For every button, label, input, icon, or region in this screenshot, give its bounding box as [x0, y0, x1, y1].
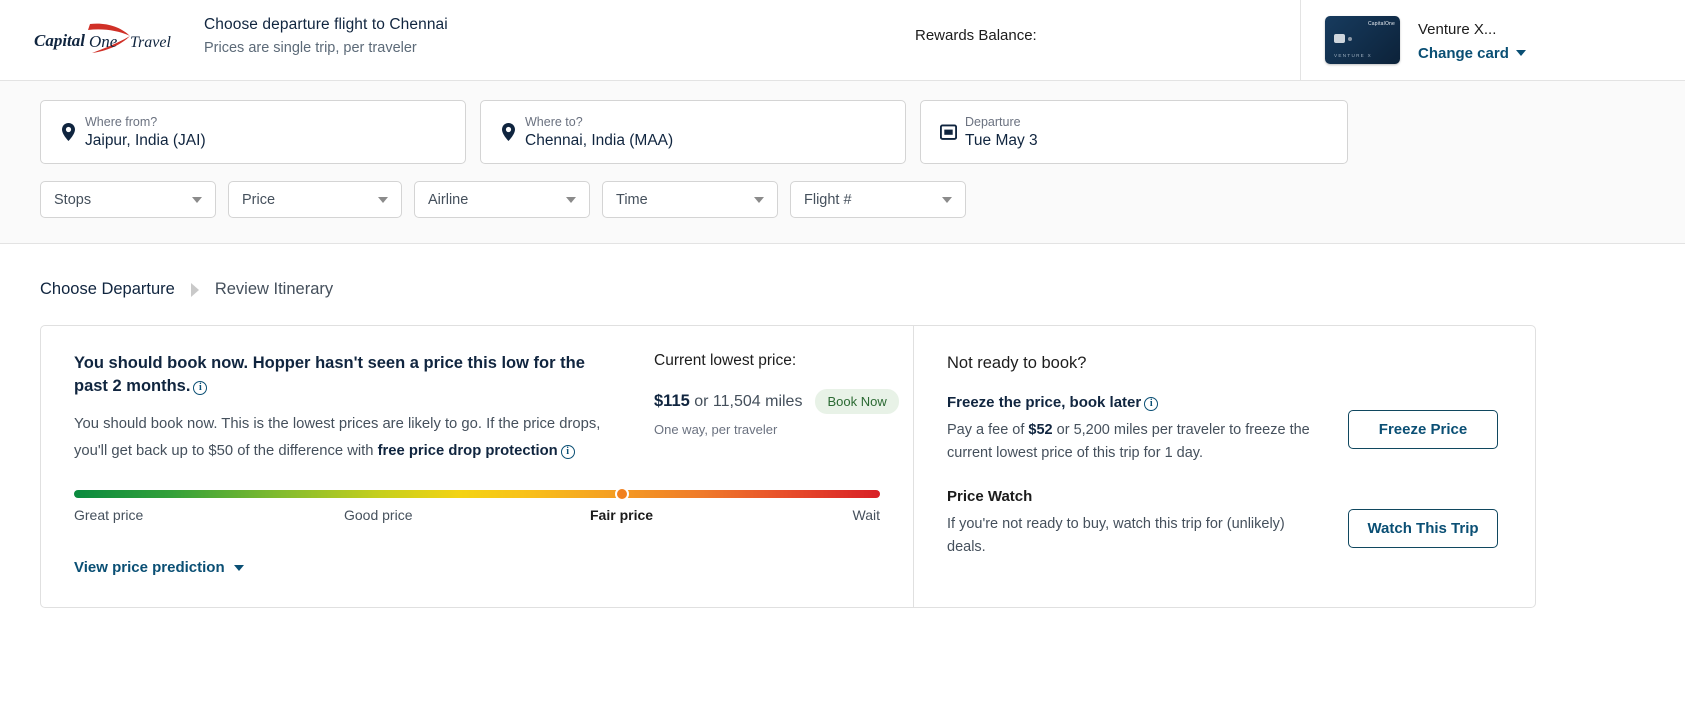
location-pin-icon: [57, 123, 79, 141]
breadcrumb: Choose Departure Review Itinerary: [0, 244, 1685, 299]
chevron-down-icon: [566, 196, 576, 203]
chevron-right-icon: [190, 282, 199, 297]
credit-card-thumbnail: CapitalOne VENTURE X: [1325, 16, 1400, 64]
departure-date-field[interactable]: Departure Tue May 3: [920, 100, 1348, 164]
prediction-section: You should book now. Hopper hasn't seen …: [41, 326, 913, 607]
destination-value: Chennai, India (MAA): [525, 131, 674, 149]
origin-field[interactable]: Where from? Jaipur, India (JAI): [40, 100, 466, 164]
gauge-label-great-price: Great price: [74, 507, 144, 523]
price-watch-description: If you're not ready to buy, watch this t…: [947, 516, 1285, 555]
search-bar: Where from? Jaipur, India (JAI) Where to…: [0, 81, 1685, 244]
filter-price-label: Price: [242, 191, 276, 208]
filter-airline-label: Airline: [428, 191, 469, 208]
gauge-label-wait: Wait: [852, 507, 880, 523]
not-ready-title: Not ready to book?: [947, 354, 1087, 372]
svg-text:Capital: Capital: [34, 31, 85, 50]
info-icon[interactable]: i: [560, 445, 575, 459]
price-gauge-bar: [74, 487, 880, 501]
not-ready-to-book-section: Not ready to book? Freeze the price, boo…: [913, 326, 1535, 607]
prediction-heading-text: You should book now. Hopper hasn't seen …: [74, 354, 585, 395]
destination-field[interactable]: Where to? Chennai, India (MAA): [480, 100, 906, 164]
app-header: Capital One Travel Choose departure flig…: [0, 0, 1685, 81]
freeze-text-prefix: Pay a fee of: [947, 422, 1029, 438]
card-chip-icon: [1334, 34, 1345, 43]
price-prediction-panel: You should book now. Hopper hasn't seen …: [40, 325, 1536, 608]
gauge-label-fair-price: Fair price: [590, 507, 654, 523]
price-drop-protection-link[interactable]: free price drop protection: [378, 443, 558, 459]
departure-label: Departure: [965, 114, 1021, 129]
change-card-label: Change card: [1418, 44, 1509, 62]
page-subtitle: Prices are single trip, per traveler: [204, 40, 417, 56]
chevron-down-icon: [1515, 50, 1526, 56]
freeze-price-title: Freeze the price, book later i: [947, 394, 1505, 411]
freeze-price-button[interactable]: Freeze Price: [1348, 410, 1498, 449]
filter-stops[interactable]: Stops: [40, 181, 216, 218]
freeze-price-description: Pay a fee of $52 or 5,200 miles per trav…: [947, 419, 1317, 465]
price-miles: or 11,504 miles: [689, 393, 803, 410]
price-gauge: Great price Good price Fair price Wait: [74, 487, 880, 529]
chevron-down-icon: [754, 196, 764, 203]
prediction-body: You should book now. This is the lowest …: [74, 411, 619, 465]
info-icon[interactable]: i: [1144, 397, 1159, 411]
filters-row: Stops Price Airline Time Flight #: [0, 181, 1685, 218]
rewards-balance-label: Rewards Balance:: [915, 27, 1037, 44]
price-gauge-marker: [615, 487, 630, 501]
calendar-icon: [937, 124, 959, 140]
filter-time-label: Time: [616, 191, 648, 208]
watch-this-trip-button[interactable]: Watch This Trip: [1348, 509, 1498, 548]
price-gauge-labels: Great price Good price Fair price Wait: [74, 507, 880, 529]
card-brand-mark: CapitalOne: [1367, 21, 1395, 27]
page-title: Choose departure flight to Chennai: [204, 16, 448, 33]
current-lowest-price-row: $115 or 11,504 miles Book Now: [654, 389, 904, 414]
info-icon[interactable]: i: [193, 381, 208, 395]
price-amount: $115: [654, 392, 690, 410]
page-heading-group: Choose departure flight to Chennai Price…: [204, 14, 448, 59]
freeze-fee-amount: $52: [1028, 422, 1053, 438]
filter-time[interactable]: Time: [602, 181, 778, 218]
origin-value: Jaipur, India (JAI): [85, 131, 206, 149]
filter-flight-number-label: Flight #: [804, 191, 852, 208]
current-lowest-price-block: Current lowest price: $115 or 11,504 mil…: [654, 350, 904, 437]
price-watch-title: Price Watch: [947, 488, 1033, 505]
departure-value: Tue May 3: [965, 131, 1038, 149]
svg-text:Travel: Travel: [130, 34, 171, 51]
selected-card-name: Venture X...: [1418, 20, 1497, 38]
chevron-down-icon: [378, 196, 388, 203]
breadcrumb-choose-departure[interactable]: Choose Departure: [40, 280, 175, 299]
current-lowest-price-title: Current lowest price:: [654, 352, 797, 369]
location-pin-icon: [497, 123, 519, 141]
card-selector[interactable]: CapitalOne VENTURE X Venture X... Change…: [1300, 0, 1685, 80]
destination-label: Where to?: [525, 114, 583, 129]
book-now-badge: Book Now: [815, 389, 899, 414]
search-fields-row: Where from? Jaipur, India (JAI) Where to…: [0, 100, 1685, 164]
card-contactless-icon: [1348, 37, 1352, 41]
svg-text:One: One: [89, 32, 118, 51]
view-price-prediction-button[interactable]: View price prediction: [74, 559, 244, 576]
change-card-button[interactable]: Change card: [1418, 45, 1526, 62]
breadcrumb-review-itinerary: Review Itinerary: [214, 280, 334, 298]
chevron-down-icon: [942, 196, 952, 203]
chevron-down-icon: [233, 564, 244, 571]
card-product-name-on-card: VENTURE X: [1334, 53, 1372, 58]
chevron-down-icon: [192, 196, 202, 203]
filter-airline[interactable]: Airline: [414, 181, 590, 218]
filter-stops-label: Stops: [54, 191, 92, 208]
filter-price[interactable]: Price: [228, 181, 402, 218]
prediction-heading: You should book now. Hopper hasn't seen …: [74, 352, 594, 398]
origin-label: Where from?: [85, 114, 158, 129]
current-lowest-price-value: $115 or 11,504 miles: [654, 392, 802, 411]
freeze-price-title-text: Freeze the price, book later: [947, 394, 1142, 411]
current-lowest-price-subtext: One way, per traveler: [654, 422, 778, 437]
gauge-label-good-price: Good price: [344, 507, 413, 523]
filter-flight-number[interactable]: Flight #: [790, 181, 966, 218]
view-price-prediction-label: View price prediction: [74, 559, 225, 576]
capital-one-travel-logo[interactable]: Capital One Travel: [34, 22, 182, 56]
